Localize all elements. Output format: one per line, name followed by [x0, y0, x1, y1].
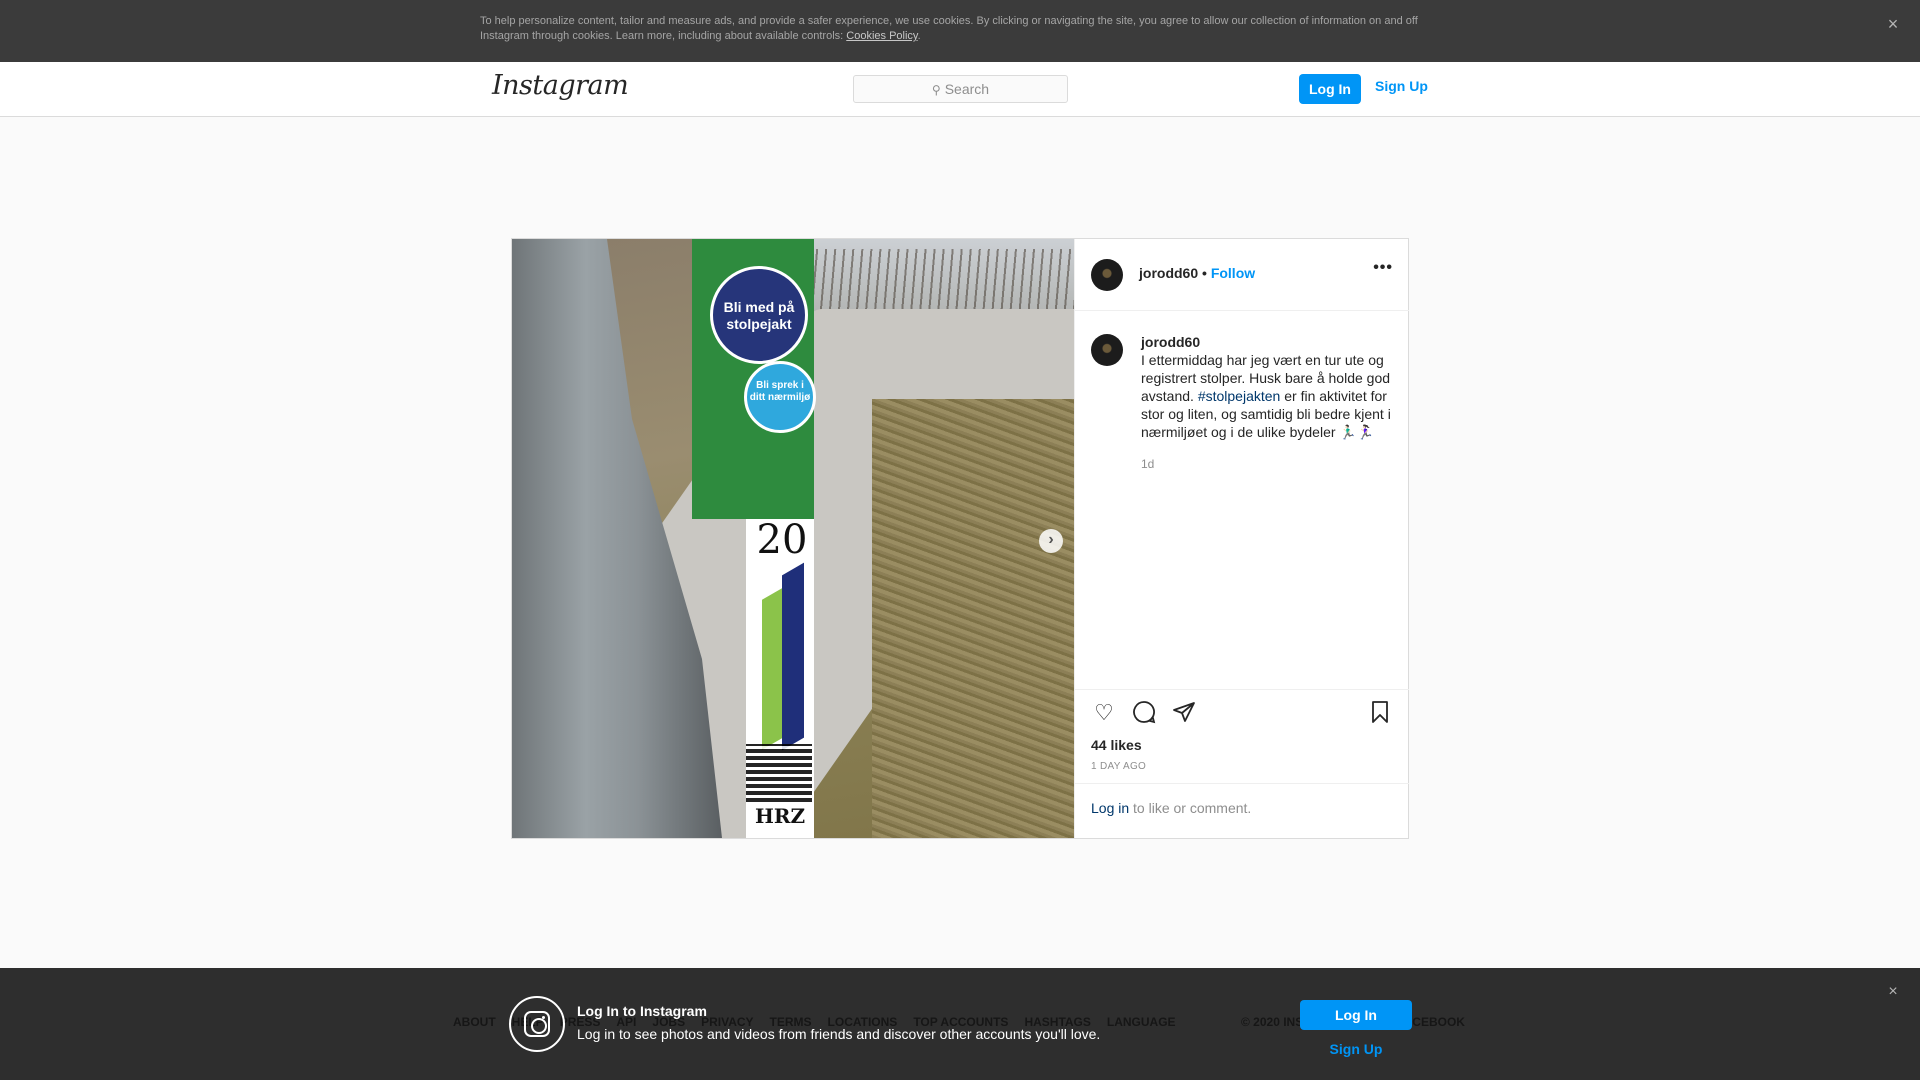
caption-time[interactable]: 1d — [1141, 457, 1154, 471]
caption-username[interactable]: jorodd60 — [1141, 334, 1200, 350]
cookies-policy-link[interactable]: Cookies Policy — [846, 30, 917, 42]
search-placeholder: Search — [944, 81, 990, 97]
login-bar-title: Log In to Instagram — [577, 1003, 707, 1019]
login-bar-close-icon[interactable]: × — [1883, 982, 1903, 1002]
post-card: Bli med på stolpejakt Bli sprek i ditt n… — [511, 238, 1409, 839]
cookie-suffix: . — [917, 30, 921, 42]
next-photo-chevron-icon[interactable]: › — [1039, 529, 1063, 553]
login-bar-login-button[interactable]: Log In — [1300, 1000, 1412, 1030]
login-bar-signup-link[interactable]: Sign Up — [1300, 1041, 1412, 1057]
comment-bar: Log in to like or comment. — [1075, 783, 1409, 839]
post-date[interactable]: 1 DAY AGO — [1091, 761, 1146, 772]
sticker-circle-blue: Bli med på stolpejakt — [710, 266, 808, 364]
heart-icon[interactable]: ♡ — [1091, 700, 1117, 726]
login-bar: ABOUT HELP PRESS API JOBS PRIVACY TERMS LOCATIO… — [0, 968, 1920, 1080]
post-sidebar: jorodd60 • Follow ••• jorodd60 I ettermi… — [1074, 239, 1409, 838]
post-header: jorodd60 • Follow ••• — [1075, 239, 1409, 311]
follow-button[interactable]: Follow — [1211, 265, 1255, 281]
sign-stripe-navy — [782, 562, 804, 751]
search-input[interactable]: ⚲ Search — [853, 75, 1068, 103]
post-actions: ♡ 44 likes 1 DAY AGO Log in to like or c… — [1075, 689, 1409, 838]
sign-number: 20 — [756, 517, 808, 563]
login-button[interactable]: Log In — [1299, 74, 1361, 104]
post-photo[interactable]: Bli med på stolpejakt Bli sprek i ditt n… — [512, 239, 1074, 838]
grass — [872, 399, 1074, 838]
author-username[interactable]: jorodd60 — [1139, 265, 1198, 281]
more-options-icon[interactable]: ••• — [1373, 259, 1393, 277]
instagram-logo[interactable]: Instagram — [492, 70, 629, 101]
comment-prompt: to like or comment. — [1129, 800, 1252, 816]
comment-icon[interactable] — [1131, 700, 1157, 726]
caption-section: jorodd60 I ettermiddag har jeg vært en t… — [1075, 311, 1409, 691]
signup-link[interactable]: Sign Up — [1375, 78, 1428, 94]
sticker-circle-lightblue: Bli sprek i ditt nærmiljø — [744, 361, 816, 433]
comment-login-link[interactable]: Log in — [1091, 800, 1129, 816]
login-bar-subtitle: Log in to see photos and videos from fri… — [577, 1026, 1101, 1042]
cookie-close-icon[interactable]: × — [1883, 14, 1903, 34]
caption-text: I ettermiddag har jeg vært en tur ute og… — [1141, 351, 1396, 441]
hashtag-link[interactable]: #stolpejakten — [1198, 388, 1281, 404]
bookmark-icon[interactable] — [1367, 700, 1393, 726]
caption-avatar[interactable] — [1091, 334, 1123, 366]
share-icon[interactable] — [1171, 700, 1197, 726]
cookie-message: To help personalize content, tailor and … — [480, 15, 1418, 42]
instagram-glyph-icon — [509, 996, 565, 1052]
separator-dot: • — [1198, 265, 1211, 281]
post-author: jorodd60 • Follow — [1139, 265, 1255, 281]
sign-stripe-green — [762, 588, 782, 750]
qr-code — [746, 744, 812, 802]
footer-link-about[interactable]: ABOUT — [453, 1015, 496, 1029]
cookie-banner: To help personalize content, tailor and … — [0, 0, 1920, 62]
avatar[interactable] — [1091, 259, 1123, 291]
footer-link-language[interactable]: LANGUAGE — [1107, 1015, 1176, 1029]
search-icon: ⚲ — [931, 83, 941, 97]
top-nav: Instagram ⚲ Search Log In Sign Up — [0, 62, 1920, 117]
cookie-text: To help personalize content, tailor and … — [480, 14, 1430, 44]
like-count[interactable]: 44 likes — [1091, 737, 1142, 753]
sign-code: HRZ — [754, 804, 806, 828]
